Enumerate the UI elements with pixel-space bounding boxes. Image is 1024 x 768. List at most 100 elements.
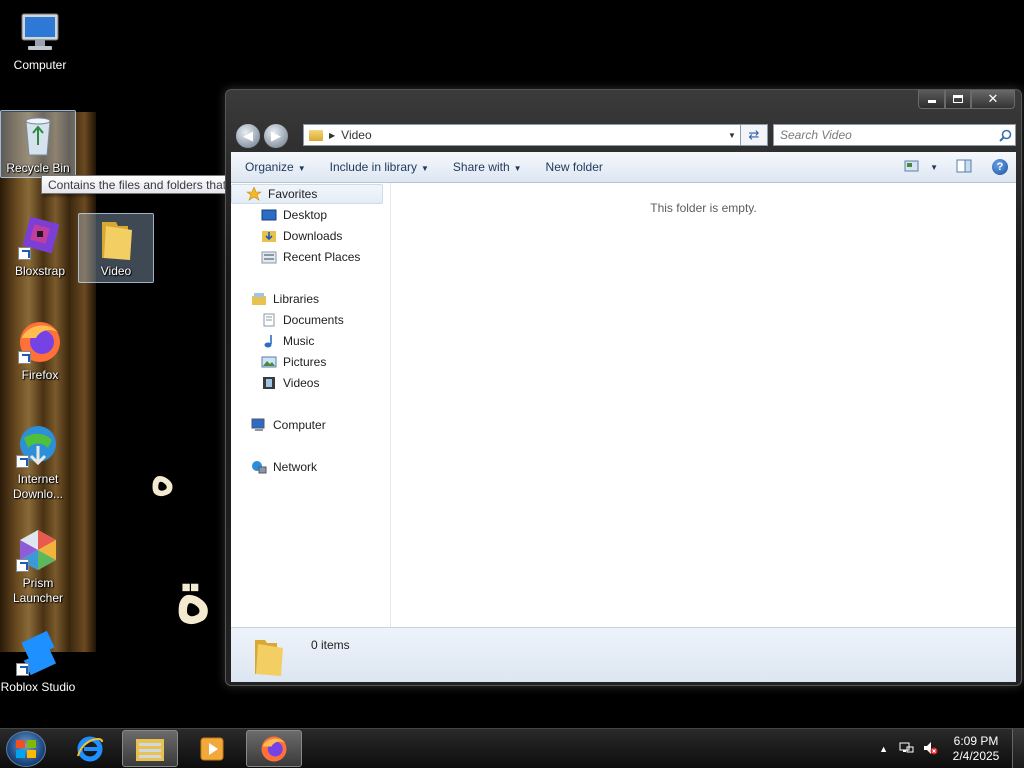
wallpaper-calligraphy: ه	[150, 450, 176, 506]
desktop-icon-computer[interactable]: Computer	[2, 8, 78, 73]
refresh-button[interactable]: ⇄	[741, 124, 768, 146]
address-bar[interactable]: ▶ Video ▼	[303, 124, 741, 146]
taskbar-internet-explorer[interactable]	[62, 730, 118, 767]
details-pane: 0 items	[231, 627, 1016, 682]
desktop-icon	[261, 208, 277, 222]
folder-icon	[253, 636, 285, 676]
desktop-icon-bloxstrap[interactable]: Bloxstrap	[2, 214, 78, 279]
back-button[interactable]: ◀	[235, 123, 261, 149]
recent-places-icon	[261, 250, 277, 264]
desktop-icon-prism-launcher[interactable]: Prism Launcher	[0, 526, 76, 606]
roblox-studio-icon	[14, 630, 62, 678]
folder-icon	[309, 129, 323, 141]
breadcrumb-arrow-icon[interactable]: ▶	[329, 131, 335, 140]
computer-icon	[251, 418, 267, 432]
media-player-icon	[200, 737, 224, 760]
nav-downloads[interactable]: Downloads	[261, 226, 342, 246]
nav-documents[interactable]: Documents	[261, 310, 344, 330]
documents-icon	[261, 313, 277, 327]
pictures-icon	[261, 355, 277, 369]
change-view-icon[interactable]	[904, 159, 920, 176]
close-button[interactable]: ✕	[971, 90, 1015, 109]
nav-videos[interactable]: Videos	[261, 373, 319, 393]
shortcut-arrow-icon	[18, 351, 31, 364]
new-folder-button[interactable]: New folder	[534, 160, 615, 174]
nav-libraries[interactable]: Libraries	[251, 289, 319, 309]
windows-explorer-icon	[136, 738, 164, 761]
include-in-library-button[interactable]: Include in library ▼	[318, 160, 441, 174]
desktop-icon-label: Roblox Studio	[0, 680, 76, 694]
explorer-window[interactable]: ✕ ◀ ▶ ▶ Video ▼ ⇄ Search Video Organize ▼…	[225, 89, 1022, 686]
network-status-icon[interactable]	[898, 740, 914, 759]
search-placeholder: Search Video	[780, 128, 852, 142]
nav-computer[interactable]: Computer	[251, 415, 326, 435]
nav-recent-places[interactable]: Recent Places	[261, 247, 360, 267]
desktop-icon-firefox[interactable]: Firefox	[2, 318, 78, 383]
desktop-icon-label: Computer	[13, 58, 67, 72]
shortcut-arrow-icon	[16, 455, 29, 468]
libraries-icon	[251, 292, 267, 306]
desktop-icon-label: Prism Launcher	[12, 576, 64, 605]
videos-icon	[261, 376, 277, 390]
taskbar-windows-explorer[interactable]	[122, 730, 178, 767]
address-dropdown-icon[interactable]: ▼	[724, 131, 740, 140]
search-input[interactable]: Search Video	[773, 124, 1016, 146]
chevron-down-icon: ▼	[421, 164, 429, 173]
windows-logo-icon	[16, 740, 36, 758]
desktop-icon-recycle-bin[interactable]: Recycle Bin	[0, 110, 76, 178]
nav-music[interactable]: Music	[261, 331, 314, 351]
nav-favorites[interactable]: Favorites	[231, 184, 383, 204]
taskbar-firefox[interactable]	[246, 730, 302, 767]
clock-date: 2/4/2025	[952, 749, 1000, 763]
recycle-bin-icon	[14, 111, 62, 159]
command-bar: Organize ▼ Include in library ▼ Share with…	[231, 152, 1016, 183]
navigation-pane: Favorites Desktop Downloads Recent Place…	[231, 183, 391, 627]
desktop-icon-label: Recycle Bin	[6, 161, 70, 175]
desktop-icon-video-folder[interactable]: Video	[78, 213, 154, 283]
desktop-icon-label: Firefox	[21, 368, 59, 382]
bloxstrap-icon	[16, 214, 64, 262]
chevron-down-icon: ▼	[513, 164, 522, 173]
prism-launcher-icon	[14, 526, 62, 574]
internet-explorer-icon	[77, 736, 103, 761]
minimize-button[interactable]	[918, 90, 945, 109]
show-desktop-button[interactable]	[1012, 729, 1024, 768]
show-hidden-icons-arrow-icon[interactable]: ▲	[879, 744, 888, 754]
desktop-icon-label: Video	[100, 264, 132, 278]
nav-pictures[interactable]: Pictures	[261, 352, 326, 372]
caption-buttons: ✕	[918, 90, 1015, 109]
downloads-folder-icon	[261, 229, 277, 243]
nav-desktop[interactable]: Desktop	[261, 205, 327, 225]
preview-pane-icon[interactable]	[956, 159, 972, 176]
desktop-icon-label: Bloxstrap	[14, 264, 66, 278]
desktop-icon-internet-download-manager[interactable]: Internet Downlo...	[0, 422, 76, 502]
computer-icon	[16, 8, 64, 56]
chevron-down-icon: ▼	[297, 164, 306, 173]
wallpaper-calligraphy: ة	[175, 555, 212, 638]
folder-icon	[92, 214, 140, 262]
share-with-button[interactable]: Share with ▼	[441, 160, 534, 174]
view-controls: ▼ ?	[904, 159, 1016, 176]
view-options-dropdown-icon[interactable]: ▼	[930, 163, 938, 172]
firefox-icon	[261, 736, 287, 761]
clock-time: 6:09 PM	[953, 734, 999, 748]
search-icon[interactable]	[995, 129, 1015, 142]
item-count: 0 items	[311, 638, 350, 652]
forward-button[interactable]: ▶	[263, 123, 289, 149]
system-tray: ▲ 6:09 PM 2/4/2025	[879, 729, 1024, 768]
breadcrumb-video[interactable]: Video	[341, 128, 371, 142]
organize-button[interactable]: Organize ▼	[231, 160, 318, 174]
start-button[interactable]	[6, 731, 46, 767]
file-list-area[interactable]: This folder is empty.	[391, 183, 1016, 627]
nav-network[interactable]: Network	[251, 457, 317, 477]
taskbar-media-player[interactable]	[184, 730, 240, 767]
maximize-button[interactable]	[945, 90, 971, 109]
volume-muted-icon[interactable]	[922, 740, 938, 759]
help-icon[interactable]: ?	[992, 159, 1008, 175]
desktop-icon-label: Internet Downlo...	[12, 472, 64, 501]
firefox-icon	[16, 318, 64, 366]
shortcut-arrow-icon	[16, 663, 29, 676]
desktop-icon-roblox-studio[interactable]: Roblox Studio	[0, 630, 76, 695]
internet-download-manager-icon	[14, 422, 62, 470]
taskbar-clock[interactable]: 6:09 PM 2/4/2025	[944, 734, 1008, 764]
